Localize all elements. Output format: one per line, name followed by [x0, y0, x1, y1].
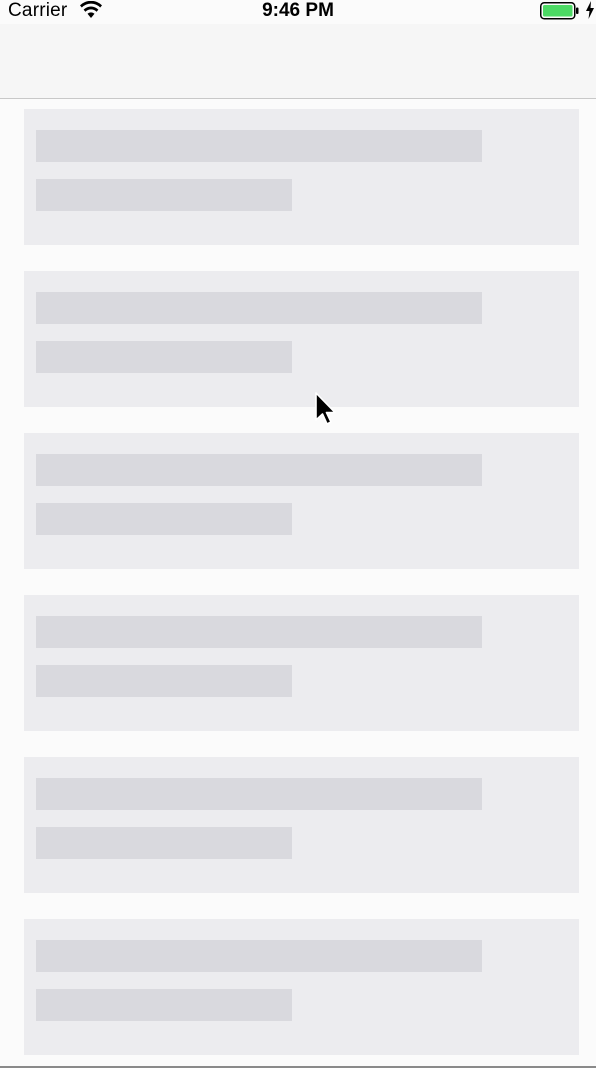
- skeleton-subtitle-line: [36, 179, 292, 211]
- skeleton-subtitle-line: [36, 665, 292, 697]
- navigation-bar: [0, 24, 596, 99]
- skeleton-card: [24, 595, 579, 731]
- skeleton-card: [24, 433, 579, 569]
- skeleton-subtitle-line: [36, 341, 292, 373]
- battery-icon: [540, 2, 580, 26]
- skeleton-title-line: [36, 778, 482, 810]
- skeleton-title-line: [36, 130, 482, 162]
- skeleton-title-line: [36, 940, 482, 972]
- skeleton-subtitle-line: [36, 989, 292, 1021]
- skeleton-title-line: [36, 616, 482, 648]
- skeleton-subtitle-line: [36, 503, 292, 535]
- skeleton-subtitle-line: [36, 827, 292, 859]
- clock-time: 9:46 PM: [262, 0, 334, 21]
- skeleton-card: [24, 919, 579, 1055]
- skeleton-title-line: [36, 292, 482, 324]
- skeleton-card: [24, 109, 579, 245]
- skeleton-title-line: [36, 454, 482, 486]
- status-bar: Carrier 9:46 PM: [0, 0, 596, 24]
- mouse-pointer-icon: [314, 392, 338, 433]
- app-screen: Carrier 9:46 PM: [0, 0, 596, 1068]
- skeleton-card: [24, 271, 579, 407]
- bolt-icon: [585, 1, 595, 25]
- skeleton-card: [24, 757, 579, 893]
